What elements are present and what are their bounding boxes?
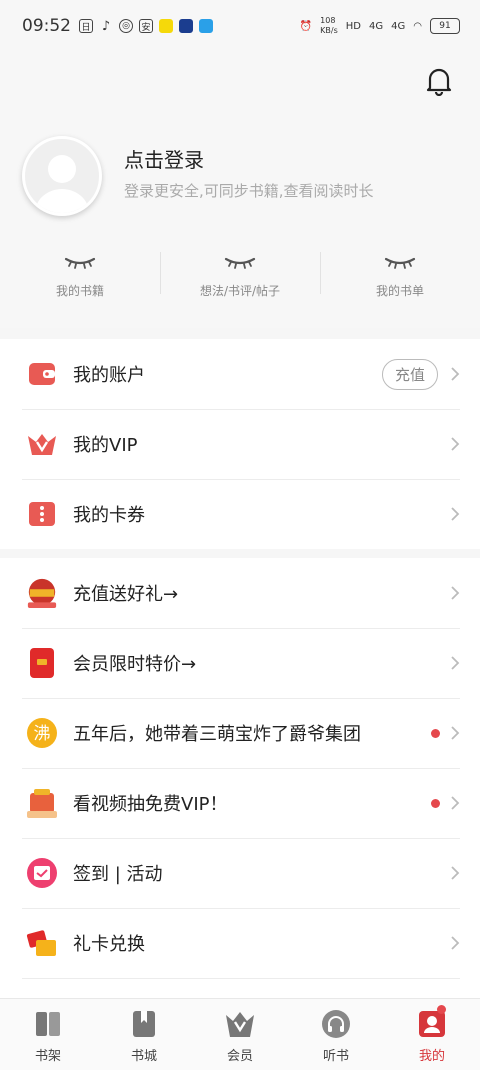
coupon-icon: [26, 498, 58, 530]
new-dot: [431, 798, 440, 808]
tab-label: 会员: [226, 1049, 253, 1064]
video-vip-icon: [26, 787, 58, 819]
recharge-button[interactable]: 充值: [381, 358, 438, 390]
menu-item-label: 充值送好礼→: [73, 584, 179, 605]
tab-label: 听书: [322, 1049, 349, 1064]
app-notification-icon: [199, 19, 213, 33]
app-notification-icon: 安: [139, 19, 153, 33]
new-dot: [431, 728, 440, 738]
menu-item-label: 签到 | 活动: [73, 864, 163, 885]
menu-item-recommended-book[interactable]: 沸 五年后，她带着三萌宝炸了爵爷集团: [0, 698, 480, 768]
hd-icon: HD: [345, 20, 362, 32]
chevron-right-icon: [451, 726, 460, 740]
tab-label: 我的: [418, 1049, 445, 1064]
closed-eye-icon: [64, 257, 96, 269]
closed-eye-icon: [224, 257, 256, 269]
fei-char-icon: 沸: [26, 717, 58, 749]
chevron-right-icon: [451, 866, 460, 880]
tab-audiobooks[interactable]: 听书: [288, 999, 384, 1070]
menu-item-video-vip[interactable]: 看视频抽免费VIP！: [0, 768, 480, 838]
menu-item-coupons[interactable]: 我的卡券: [0, 479, 480, 549]
chevron-right-icon: [451, 367, 460, 381]
chevron-right-icon: [451, 796, 460, 810]
stat-label: 我的书籍: [55, 284, 104, 298]
signal-icon: 4G: [391, 20, 406, 32]
stat-my-books[interactable]: 我的书籍: [0, 248, 160, 308]
tab-vip[interactable]: 会员: [192, 999, 288, 1070]
menu-item-label: 我的卡券: [73, 505, 145, 526]
closed-eye-icon: [384, 257, 416, 269]
menu-item-checkin[interactable]: 签到 | 活动: [0, 838, 480, 908]
red-envelope-icon: [26, 647, 58, 679]
stats-row: 我的书籍 想法/书评/帖子 我的书单: [0, 248, 480, 308]
vip-icon: [226, 1012, 254, 1037]
headphones-icon: [322, 1010, 350, 1038]
signal-icon: 4G: [369, 20, 384, 32]
menu-item-vip[interactable]: 我的VIP: [0, 409, 480, 479]
battery-icon: 91: [430, 18, 460, 34]
alarm-icon: ⏰: [299, 20, 313, 32]
stat-booklists[interactable]: 我的书单: [320, 248, 480, 308]
bookshelf-icon: [36, 1012, 60, 1036]
calendar-icon: [26, 857, 58, 889]
profile-header: 点击登录 登录更安全,可同步书籍,查看阅读时长 我的书籍 想法/书评/帖子 我的…: [0, 52, 480, 328]
svg-text:沸: 沸: [34, 724, 51, 744]
account-menu: 我的账户 充值 我的VIP 我的卡券: [0, 339, 480, 549]
tiktok-icon: ♪: [101, 18, 111, 34]
tab-profile[interactable]: 我的: [384, 999, 480, 1070]
login-subtitle: 登录更安全,可同步书籍,查看阅读时长: [124, 182, 374, 200]
chevron-right-icon: [451, 586, 460, 600]
menu-item-label: 礼卡兑换: [73, 934, 145, 955]
net-speed: 108 KB/s: [320, 16, 338, 35]
stat-label: 我的书单: [375, 284, 424, 298]
promo-menu: 充值送好礼→ 会员限时特价→ 沸 五年后，她带着三萌宝炸了爵爷集团 看视频抽免费…: [0, 558, 480, 1048]
chevron-right-icon: [451, 656, 460, 670]
app-notification-icon: [159, 19, 173, 33]
menu-item-recharge-gift[interactable]: 充值送好礼→: [0, 558, 480, 628]
stat-label: 想法/书评/帖子: [199, 284, 281, 298]
tab-label: 书城: [130, 1049, 157, 1064]
avatar[interactable]: [22, 136, 102, 216]
menu-item-label: 我的账户: [73, 365, 145, 386]
tab-label: 书架: [34, 1049, 61, 1064]
menu-item-label: 我的VIP: [73, 435, 138, 456]
app-notification-icon: 日: [79, 19, 93, 33]
app-notification-icon: ◎: [119, 19, 133, 33]
menu-item-label: 五年后，她带着三萌宝炸了爵爷集团: [73, 724, 361, 745]
chevron-right-icon: [451, 437, 460, 451]
gift-badge-icon: [26, 577, 58, 609]
chevron-right-icon: [451, 507, 460, 521]
login-title[interactable]: 点击登录: [124, 144, 204, 173]
system-indicators: ⏰ 108 KB/s HD 4G 4G ◠ 91: [300, 16, 460, 36]
notification-icons: 日 ♪ ◎ 安: [79, 18, 213, 34]
notification-badge: [437, 1005, 446, 1014]
menu-item-account[interactable]: 我的账户 充值: [0, 339, 480, 409]
tab-bookstore[interactable]: 书城: [96, 999, 192, 1070]
tab-bookshelf[interactable]: 书架: [0, 999, 96, 1070]
bell-icon[interactable]: [426, 66, 452, 96]
stat-thoughts[interactable]: 想法/书评/帖子: [160, 248, 320, 308]
menu-item-gift-card[interactable]: 礼卡兑换: [0, 908, 480, 978]
app-notification-icon: [179, 19, 193, 33]
wallet-icon: [26, 358, 58, 390]
status-bar: 09:52 日 ♪ ◎ 安 ⏰ 108 KB/s HD 4G 4G ◠ 91: [0, 0, 480, 52]
bookstore-icon: [133, 1011, 155, 1037]
menu-item-vip-sale[interactable]: 会员限时特价→: [0, 628, 480, 698]
bottom-tab-bar: 书架 书城 会员 听书 我的: [0, 998, 480, 1070]
chevron-right-icon: [451, 936, 460, 950]
menu-item-label: 看视频抽免费VIP！: [73, 794, 228, 815]
wifi-icon: ◠: [413, 20, 422, 32]
vip-crown-icon: [26, 428, 58, 460]
gift-card-icon: [26, 927, 58, 959]
menu-item-label: 会员限时特价→: [73, 654, 197, 675]
default-avatar-icon: [35, 155, 89, 213]
status-time: 09:52: [22, 16, 71, 36]
